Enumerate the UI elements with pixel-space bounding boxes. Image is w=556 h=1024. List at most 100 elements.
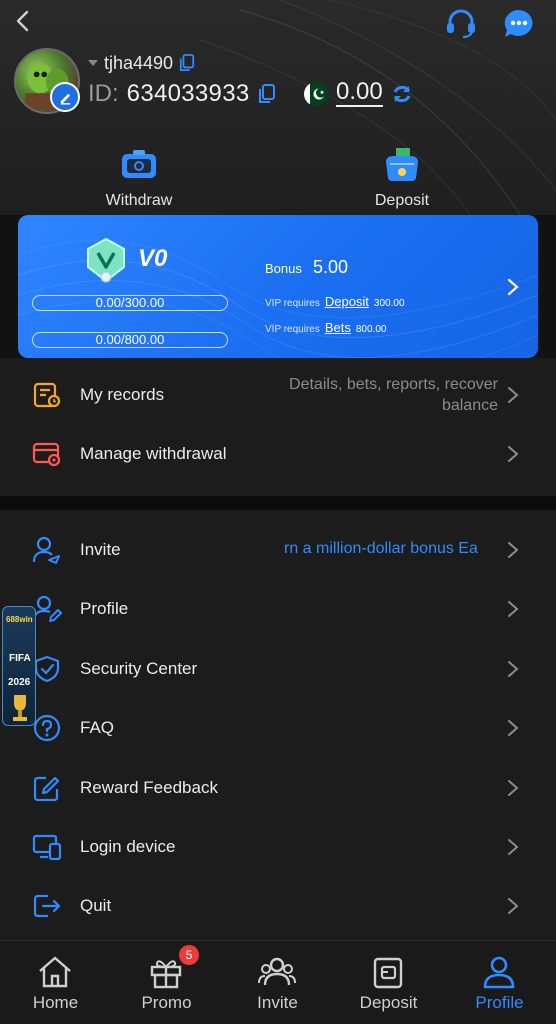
tab-invite[interactable]: Invite xyxy=(222,941,333,1024)
edit-note-icon xyxy=(33,776,60,802)
chevron-right-icon xyxy=(508,661,519,677)
question-circle-icon xyxy=(33,714,61,742)
menu-label: Manage withdrawal xyxy=(80,444,227,463)
tab-promo[interactable]: 5 Promo xyxy=(111,941,222,1024)
profile-edit-icon xyxy=(32,595,62,622)
shield-icon xyxy=(34,655,60,683)
bottom-tab-bar: Home 5 Promo Invite Deposit Profile xyxy=(0,940,556,1024)
vip-req-prefix: VIP requires xyxy=(265,298,320,309)
back-arrow-icon[interactable] xyxy=(10,8,36,34)
trophy-icon xyxy=(13,695,27,721)
username: tjha4490 xyxy=(104,52,174,73)
chevron-right-icon[interactable] xyxy=(506,277,520,297)
tab-label: Deposit xyxy=(359,993,418,1012)
records-hint: Details, bets, reports, recover balance xyxy=(289,374,498,416)
withdraw-button[interactable]: Withdraw xyxy=(69,148,209,210)
username-row: tjha4490 xyxy=(88,52,195,74)
float-banner-line-2: 2026 xyxy=(8,677,31,688)
wallet-icon xyxy=(122,150,156,178)
tab-label: Invite xyxy=(257,993,298,1012)
withdrawal-card-icon xyxy=(32,442,61,467)
tab-label: Profile xyxy=(475,993,524,1012)
menu-item-login-device[interactable]: Login device xyxy=(0,818,556,876)
profile-header: tjha4490 ID: 634033933 0.00 Withdraw Dep… xyxy=(0,0,556,215)
vip-bets-progress: 0.00/800.00 xyxy=(32,332,228,348)
records-hint-line-2: balance xyxy=(441,397,498,414)
wallet-balance: 0.00 xyxy=(336,78,383,107)
user-id-value: 634033933 xyxy=(126,80,250,107)
float-banner-line-1: FIFA xyxy=(9,653,31,664)
records-icon xyxy=(33,382,61,408)
refresh-icon[interactable] xyxy=(391,83,413,105)
logout-icon xyxy=(33,894,61,918)
vip-bets-link[interactable]: Bets xyxy=(325,320,351,335)
caret-down-icon[interactable] xyxy=(88,60,98,66)
menu-item-manage-withdrawal[interactable]: Manage withdrawal xyxy=(0,425,556,483)
menu-item-security-center[interactable]: Security Center xyxy=(0,640,556,698)
vip-deposit-link[interactable]: Deposit xyxy=(325,294,369,309)
vip-level: V0 xyxy=(138,245,168,272)
menu-label: Quit xyxy=(80,896,112,915)
tab-home[interactable]: Home xyxy=(0,941,111,1024)
menu-label: Reward Feedback xyxy=(80,778,218,797)
users-group-icon xyxy=(258,957,296,986)
floating-promo-banner[interactable]: 688win FIFA 2026 xyxy=(2,606,36,726)
vip-bonus-value: 5.00 xyxy=(313,257,349,277)
menu-label: Login device xyxy=(80,837,176,856)
balance-row: 0.00 xyxy=(304,80,413,108)
id-label: ID: xyxy=(88,80,119,107)
menu-item-faq[interactable]: FAQ xyxy=(0,699,556,757)
vip-deposit-requirement: VIP requires Deposit 300.00 xyxy=(265,294,405,309)
menu-item-reward-feedback[interactable]: Reward Feedback xyxy=(0,759,556,817)
section-divider xyxy=(0,496,556,510)
customer-support-icon[interactable] xyxy=(444,8,478,38)
menu-item-profile[interactable]: Profile xyxy=(0,580,556,638)
invite-bonus-marquee: rn a million-dollar bonus Ea xyxy=(284,540,478,557)
chevron-right-icon xyxy=(508,446,519,462)
tab-label: Home xyxy=(32,993,79,1012)
menu-item-my-records[interactable]: My records Details, bets, reports, recov… xyxy=(0,366,556,424)
devices-icon xyxy=(32,834,62,861)
user-profile-icon xyxy=(483,956,515,989)
coin-purse-icon xyxy=(386,148,418,181)
chevron-right-icon xyxy=(508,387,519,403)
deposit-label: Deposit xyxy=(374,192,430,209)
promo-count-badge: 5 xyxy=(179,945,199,965)
vip-bonus-label: Bonus xyxy=(265,261,302,276)
edit-avatar-icon[interactable] xyxy=(50,82,80,112)
chat-icon[interactable] xyxy=(502,8,536,38)
chevron-right-icon xyxy=(508,601,519,617)
menu-label: Security Center xyxy=(80,659,198,678)
menu-item-quit[interactable]: Quit xyxy=(0,877,556,935)
vip-bets-amount: 800.00 xyxy=(355,324,387,335)
deposit-wallet-icon xyxy=(373,957,403,989)
chevron-right-icon xyxy=(508,839,519,855)
chevron-right-icon xyxy=(508,720,519,736)
menu-label: My records xyxy=(80,385,165,404)
copy-id-icon[interactable] xyxy=(258,84,276,104)
menu-label: Invite xyxy=(80,540,121,559)
tab-profile[interactable]: Profile xyxy=(444,941,555,1024)
vip-bets-requirement: VIP requires Bets 800.00 xyxy=(265,320,386,335)
tab-label: Promo xyxy=(141,993,192,1012)
vip-badge-icon xyxy=(87,237,125,283)
chevron-right-icon xyxy=(508,780,519,796)
vip-card[interactable]: V0 0.00/300.00 0.00/800.00 Bonus 5.00 VI… xyxy=(18,215,538,358)
vip-deposit-progress: 0.00/300.00 xyxy=(32,295,228,311)
deposit-button[interactable]: Deposit xyxy=(332,148,472,210)
float-banner-brand: 688win xyxy=(6,615,33,624)
records-hint-line-1: Details, bets, reports, recover xyxy=(289,376,498,393)
home-icon xyxy=(39,956,71,988)
chevron-right-icon xyxy=(508,898,519,914)
menu-label: Profile xyxy=(80,599,129,618)
chevron-right-icon xyxy=(508,542,519,558)
user-id-row: ID: 634033933 xyxy=(88,80,276,108)
invite-user-icon xyxy=(32,536,60,564)
tab-deposit[interactable]: Deposit xyxy=(333,941,444,1024)
gift-icon xyxy=(150,960,182,989)
copy-username-icon[interactable] xyxy=(179,54,195,72)
pakistan-flag-icon xyxy=(304,82,328,106)
menu-label: FAQ xyxy=(80,718,115,737)
withdraw-label: Withdraw xyxy=(105,192,173,209)
vip-req-prefix: VIP requires xyxy=(265,324,320,335)
